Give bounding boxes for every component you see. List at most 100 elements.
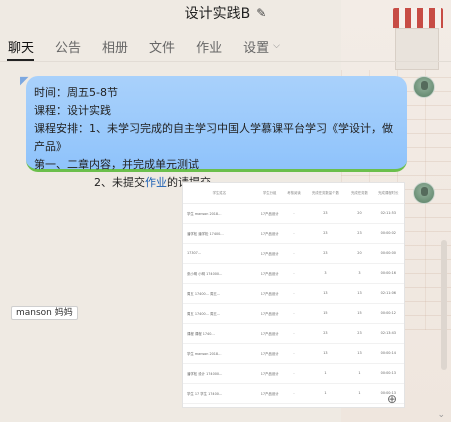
table-cell: 潘学松 潘学松 17400… xyxy=(183,223,256,244)
zoom-in-icon[interactable]: ⊕ xyxy=(387,392,401,406)
table-row: 学生 manson 2018… 17产品设计 -13 13 00:00:14 xyxy=(183,343,404,364)
tab-album[interactable]: 相册 xyxy=(102,37,128,56)
table-cell: 20 xyxy=(346,243,373,264)
table-cell: - xyxy=(283,363,305,384)
table-cell: 23 xyxy=(304,223,347,244)
scrollbar[interactable] xyxy=(441,240,447,370)
table-cell: 17产品设计 xyxy=(255,263,284,284)
table-cell: - xyxy=(283,343,305,364)
table-cell: 3 xyxy=(346,263,373,284)
table-row: 潘学松 设计 174000… 17产品设计 -1 1 00:00:13 xyxy=(183,363,404,384)
table-cell: 17产品设计 xyxy=(255,223,284,244)
table-row: 潘学松 潘学松 17400… 17产品设计 -23 23 00:00:02 xyxy=(183,223,404,244)
chevron-down-icon[interactable]: ⌄ xyxy=(437,410,445,420)
table-cell: 周五 17400… 周五… xyxy=(183,283,256,304)
table-cell: 00:00:02 xyxy=(372,223,404,244)
table-cell: 1 xyxy=(304,383,347,404)
table-cell: 张小明 小明 174000… xyxy=(183,263,256,284)
avatar[interactable] xyxy=(413,76,435,98)
table-cell: 02:11:06 xyxy=(372,283,404,304)
table-row: 17产品设计 学生 174000…17产品设计-1100:00:14 xyxy=(183,403,404,407)
table-row: 课程 课程 1740… 17产品设计 -23 23 02:13:43 xyxy=(183,323,404,344)
sender-name-tag: manson 妈妈 xyxy=(11,306,78,320)
table-cell: - xyxy=(283,223,305,244)
table-row: 周五 17400… 周五… 17产品设计 -15 15 00:00:12 xyxy=(183,303,404,324)
column-header: 学生姓名 xyxy=(183,183,256,204)
table-cell: - xyxy=(283,383,305,404)
table-cell: - xyxy=(283,303,305,324)
table-cell: - xyxy=(283,243,305,264)
table-cell: 课程 课程 1740… xyxy=(183,323,256,344)
table-cell: 学生 manson 2018… xyxy=(183,203,256,224)
table-cell: 15 xyxy=(346,303,373,324)
message-line: 时间：周五5-8节 xyxy=(34,86,118,99)
table-cell: - xyxy=(283,283,305,304)
table-cell: 17产品设计 xyxy=(255,243,284,264)
table-cell: 潘学松 设计 174000… xyxy=(183,363,256,384)
table-cell: 17产品设计 xyxy=(255,343,284,364)
table-cell: 17产品设计 xyxy=(255,303,284,324)
message-bubble[interactable]: 时间：周五5-8节 课程：设计实践 课程安排：1、未学习完成的自主学习中国人学慕… xyxy=(26,76,407,189)
table-cell: 23 xyxy=(304,243,347,264)
table-cell: 1 xyxy=(304,363,347,384)
table-cell: 23 xyxy=(304,203,347,224)
shared-image-message[interactable]: 学生姓名 学生分组 考核阅读 完成任务数量个数 完成任务数 完成课程时长 学生 … xyxy=(182,182,405,408)
table-cell: 13 xyxy=(304,283,347,304)
table-row: 张小明 小明 174000… 17产品设计 -3 3 00:00:16 xyxy=(183,263,404,284)
table-cell: - xyxy=(283,203,305,224)
table-cell: 3 xyxy=(304,263,347,284)
table-cell: 17产品设计 学生 174000… xyxy=(183,403,256,407)
pencil-icon[interactable]: ✎ xyxy=(256,6,266,20)
table-cell: 17产品设计 xyxy=(255,283,284,304)
chat-header: 设计实践B ✎ xyxy=(0,0,451,26)
table-cell: 00:00:00 xyxy=(372,243,404,264)
table-cell: - xyxy=(283,403,305,407)
table-cell: 1 xyxy=(346,383,373,404)
table-row: 学生 manson 2018… 17产品设计 -23 20 02:11:53 xyxy=(183,203,404,224)
tab-announcement[interactable]: 公告 xyxy=(55,37,81,56)
table-cell: 00:00:12 xyxy=(372,303,404,324)
tab-homework[interactable]: 作业 xyxy=(196,37,222,56)
table-cell: 学生 manson 2018… xyxy=(183,343,256,364)
table-cell: 02:11:53 xyxy=(372,203,404,224)
column-header: 考核阅读 xyxy=(283,183,305,204)
table-cell: 00:00:14 xyxy=(372,343,404,364)
table-cell: 17产品设计 xyxy=(255,323,284,344)
avatar[interactable] xyxy=(413,182,435,204)
table-cell: 17产品设计 xyxy=(255,403,284,407)
table-cell: 23 xyxy=(304,323,347,344)
table-cell: 20 xyxy=(346,203,373,224)
table-cell: 02:13:43 xyxy=(372,323,404,344)
table-cell: 1 xyxy=(346,363,373,384)
table-row: 周五 17400… 周五… 17产品设计 -13 13 02:11:06 xyxy=(183,283,404,304)
column-header: 完成任务数 xyxy=(346,183,373,204)
chevron-down-icon: ⌵ xyxy=(273,41,280,51)
table-cell: - xyxy=(283,263,305,284)
table-cell: 1 xyxy=(346,403,373,407)
table-cell: - xyxy=(283,323,305,344)
chat-title: 设计实践B xyxy=(184,6,251,22)
table-cell: 15 xyxy=(304,303,347,324)
table-row: 17307… 17产品设计 -23 20 00:00:00 xyxy=(183,243,404,264)
table-row: 学生 17 学生 17400… 17产品设计 -1 1 00:00:13 xyxy=(183,383,404,404)
message-line: 第一、二章内容，并完成单元测试 xyxy=(34,158,199,171)
table-cell: 00:00:16 xyxy=(372,263,404,284)
table-cell: 13 xyxy=(304,343,347,364)
tab-files[interactable]: 文件 xyxy=(149,37,175,56)
table-cell: 13 xyxy=(346,343,373,364)
table-cell: 23 xyxy=(346,323,373,344)
table-cell: 学生 17 学生 17400… xyxy=(183,383,256,404)
column-header: 完成课程时长 xyxy=(372,183,404,204)
table-cell: 17产品设计 xyxy=(255,363,284,384)
tab-chat[interactable]: 聊天 xyxy=(8,37,34,56)
table-cell: 17产品设计 xyxy=(255,203,284,224)
table-cell: 17307… xyxy=(183,243,256,264)
message-line: 课程安排：1、未学习完成的自主学习中国人学慕课平台学习《学设计，做产品》 xyxy=(34,122,393,153)
table-cell: 23 xyxy=(346,223,373,244)
table-cell: 13 xyxy=(346,283,373,304)
table-cell: 1 xyxy=(304,403,347,407)
tab-divider xyxy=(0,61,451,62)
tab-settings[interactable]: 设置 ⌵ xyxy=(243,37,280,56)
score-table: 学生姓名 学生分组 考核阅读 完成任务数量个数 完成任务数 完成课程时长 学生 … xyxy=(183,183,404,407)
column-header: 学生分组 xyxy=(255,183,284,204)
